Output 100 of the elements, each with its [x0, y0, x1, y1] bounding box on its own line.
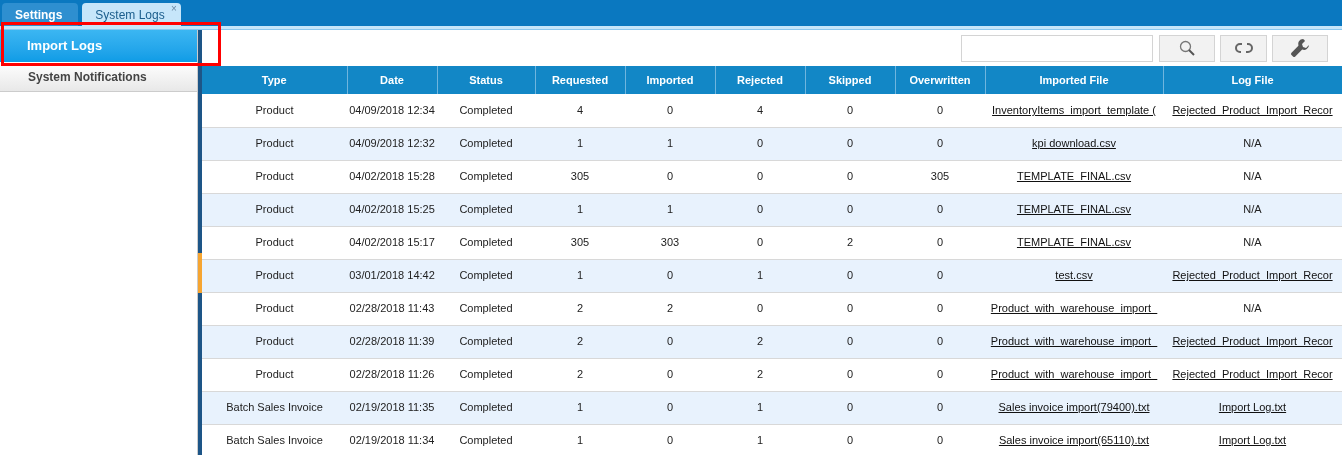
splitter-handle[interactable] [198, 252, 202, 293]
table-cell: 04/02/2018 15:25 [349, 203, 435, 216]
table-cell: N/A [1243, 236, 1262, 249]
table-cell: 0 [756, 302, 764, 315]
file-link[interactable]: TEMPLATE_FINAL.csv [1016, 170, 1132, 183]
file-link[interactable]: Rejected_Product_Import_Recor [1172, 368, 1333, 381]
table-cell: 0 [666, 104, 674, 116]
table-cell: 0 [936, 302, 944, 315]
table-cell: 305 [930, 170, 950, 183]
table-cell: 0 [936, 368, 944, 381]
table-cell: 0 [936, 269, 944, 282]
file-link[interactable]: InventoryItems_import_template ( [992, 104, 1156, 116]
table-cell: Product [255, 104, 294, 116]
table-cell: 02/28/2018 11:39 [349, 335, 435, 348]
tab[interactable]: System Logs × [82, 3, 181, 26]
table-cell: Completed [459, 269, 513, 282]
file-link[interactable]: TEMPLATE_FINAL.csv [1016, 236, 1132, 249]
table-cell: 305 [570, 236, 590, 249]
table-cell: Product [255, 302, 294, 315]
table-cell: 2 [576, 302, 584, 315]
tab[interactable]: Settings [2, 3, 79, 26]
table-cell: 0 [666, 434, 674, 447]
table-cell: 4 [756, 104, 764, 116]
table-cell: 0 [756, 203, 764, 216]
table-cell: Completed [459, 302, 513, 315]
table-cell: 1 [576, 203, 584, 216]
table-cell: 02/19/2018 11:34 [349, 434, 435, 447]
table-cell: 1 [576, 434, 584, 447]
table-cell: Batch Sales Invoice [226, 401, 323, 414]
file-link[interactable]: Import Log.txt [1218, 434, 1287, 447]
table-cell: 0 [846, 401, 854, 414]
table-cell: 0 [756, 170, 764, 183]
table-cell: 1 [576, 401, 584, 414]
table-cell: Batch Sales Invoice [226, 434, 323, 447]
splitter-bar[interactable] [198, 30, 202, 455]
table-cell: Completed [459, 335, 513, 348]
search-button[interactable] [1159, 34, 1215, 62]
table-cell: 303 [660, 236, 680, 249]
table-cell: Completed [459, 104, 513, 116]
table-cell: 02/28/2018 11:43 [349, 302, 435, 315]
table-cell: Product [255, 137, 294, 150]
file-link[interactable]: Rejected_Product_Import_Recor [1172, 269, 1333, 282]
table-cell: 2 [846, 236, 854, 249]
table-cell: 2 [666, 302, 674, 315]
table-cell: 1 [756, 401, 764, 414]
table-cell: Product [255, 335, 294, 348]
wrench-icon [1290, 38, 1310, 58]
table-cell: 02/19/2018 11:35 [349, 401, 435, 414]
table-cell: 0 [756, 236, 764, 249]
file-link[interactable]: Rejected_Product_Import_Recor [1172, 104, 1333, 116]
table-cell: Completed [459, 368, 513, 381]
search-field[interactable] [961, 34, 1153, 62]
table-cell: 305 [570, 170, 590, 183]
file-link[interactable]: Product_with_warehouse_import_ [990, 368, 1158, 381]
table-cell: 1 [666, 203, 674, 216]
table-cell: 2 [756, 368, 764, 381]
table-cell: N/A [1243, 137, 1262, 150]
table-cell: 1 [756, 269, 764, 282]
table-cell: Completed [459, 203, 513, 216]
table-cell: 04/09/2018 12:34 [349, 104, 435, 116]
table-cell: 02/28/2018 11:26 [349, 368, 435, 381]
table-cell: 0 [936, 203, 944, 216]
table-cell: 2 [576, 335, 584, 348]
table-cell: 1 [666, 137, 674, 150]
table-cell: Product [255, 203, 294, 216]
table-cell: N/A [1243, 203, 1262, 216]
settings-button[interactable] [1272, 34, 1328, 62]
table-cell: 0 [846, 302, 854, 315]
table-cell: Product [255, 236, 294, 249]
table-cell: Completed [459, 401, 513, 414]
table-cell: 1 [576, 137, 584, 150]
table-cell: 0 [666, 368, 674, 381]
table-cell: Product [255, 269, 294, 282]
file-link[interactable]: test.csv [1055, 269, 1093, 282]
table-cell: 04/02/2018 15:28 [349, 170, 435, 183]
table-cell: 04/09/2018 12:32 [349, 137, 435, 150]
file-link[interactable]: Import Log.txt [1218, 401, 1287, 414]
table-cell: 0 [936, 137, 944, 150]
table-cell: 1 [576, 269, 584, 282]
table-cell: Completed [459, 236, 513, 249]
table-cell: 0 [846, 203, 854, 216]
table-cell: 0 [666, 335, 674, 348]
file-link[interactable]: TEMPLATE_FINAL.csv [1016, 203, 1132, 216]
file-link[interactable]: Rejected_Product_Import_Recor [1172, 335, 1333, 348]
table-cell: Product [255, 368, 294, 381]
file-link[interactable]: kpi download.csv [1032, 137, 1116, 150]
table-cell: 04/02/2018 15:17 [349, 236, 435, 249]
table-cell: 0 [846, 137, 854, 150]
table-cell: 0 [936, 434, 944, 447]
file-link[interactable]: Sales invoice import(79400).txt [998, 401, 1150, 414]
table-cell: Completed [459, 170, 513, 183]
file-link[interactable]: Product_with_warehouse_import_ [990, 302, 1158, 315]
table-cell: 0 [936, 236, 944, 249]
file-link[interactable]: Sales invoice import(65110).txt [998, 434, 1150, 447]
loop-icon [1234, 42, 1253, 54]
table-cell: 0 [846, 434, 854, 447]
refresh-button[interactable] [1220, 34, 1267, 62]
table-cell: 4 [576, 104, 584, 116]
file-link[interactable]: Product_with_warehouse_import_ [990, 335, 1158, 348]
table-cell: 0 [846, 335, 854, 348]
